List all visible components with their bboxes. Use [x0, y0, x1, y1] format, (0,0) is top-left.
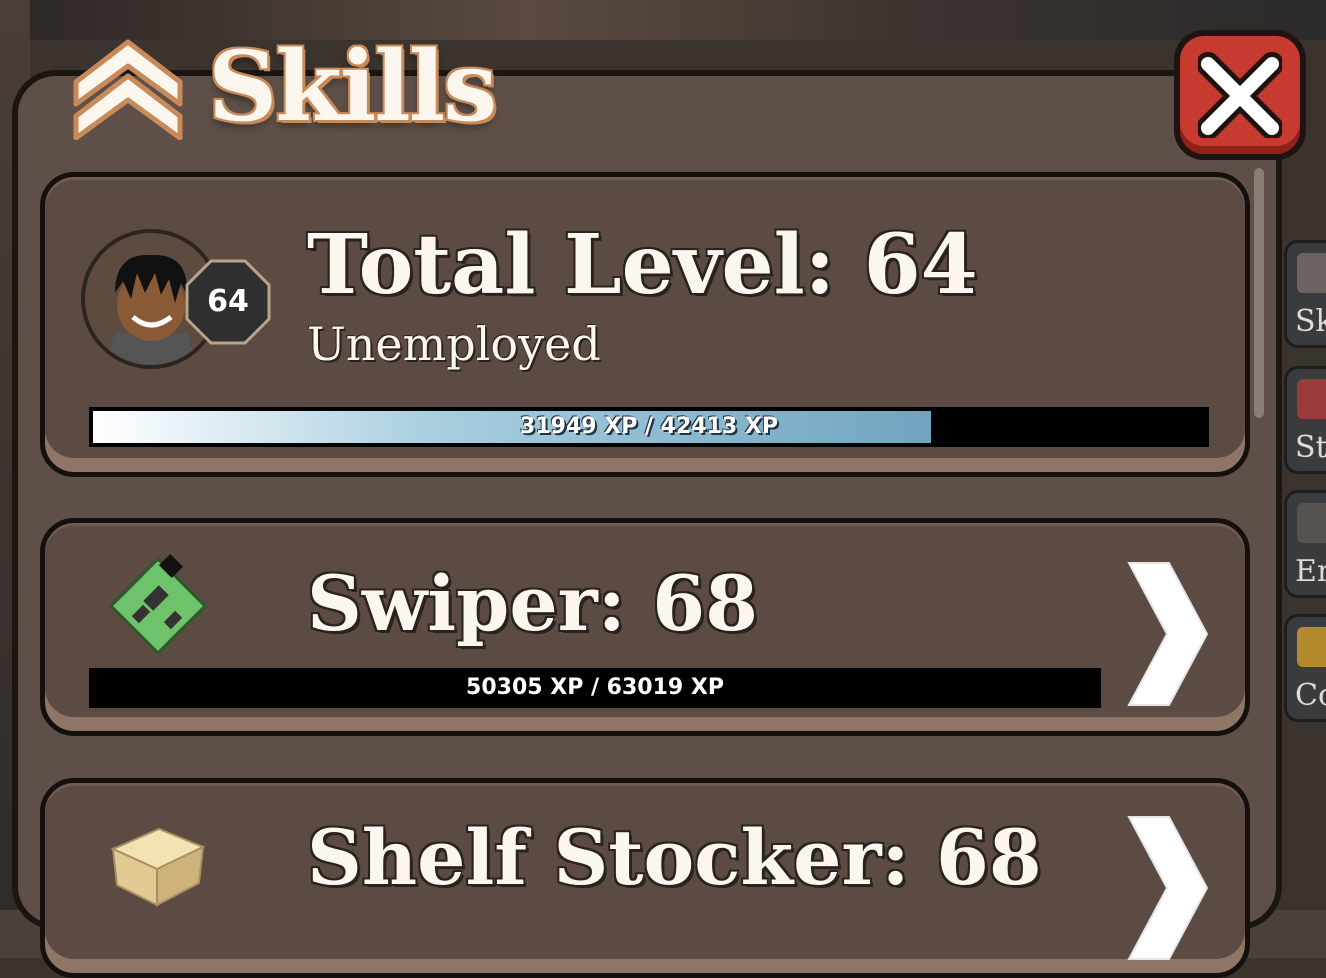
cardboard-box-icon [110, 827, 206, 907]
emote-icon [1297, 503, 1326, 543]
side-menu-label: Sk [1295, 304, 1326, 339]
side-menu-skills-button[interactable]: Sk [1284, 240, 1326, 348]
side-menu-label: Co [1295, 678, 1326, 713]
page-title: Skills [208, 30, 497, 143]
double-chevron-up-icon [73, 39, 183, 140]
side-menu: Sk St Em Co [1284, 240, 1326, 730]
close-icon [1198, 52, 1282, 138]
side-menu-codes-button[interactable]: Co [1284, 614, 1326, 722]
skills-icon [1297, 253, 1326, 293]
skill-card-shelf-stocker[interactable]: Shelf Stocker: 68 [40, 778, 1250, 978]
skill-xp-text: 50305 XP / 63019 XP [466, 675, 724, 700]
chevron-right-icon[interactable] [1121, 813, 1211, 963]
total-xp-text: 31949 XP / 42413 XP [520, 414, 778, 439]
circuit-board-icon [108, 553, 208, 656]
skill-title: Swiper: 68 [307, 559, 758, 648]
skill-xp-bar: 50305 XP / 63019 XP [89, 668, 1101, 708]
level-badge-text: 64 [207, 284, 249, 319]
scrollbar[interactable] [1254, 168, 1264, 418]
side-menu-store-button[interactable]: St [1284, 366, 1326, 474]
total-level-card: 64 Total Level: 64 Unemployed 31949 XP /… [40, 172, 1250, 477]
side-menu-label: St [1295, 430, 1326, 465]
skill-card-swiper[interactable]: Swiper: 68 50305 XP / 63019 XP [40, 518, 1250, 736]
total-level-title: Total Level: 64 [307, 217, 978, 313]
chevron-right-icon[interactable] [1121, 559, 1211, 709]
skill-title: Shelf Stocker: 68 [307, 813, 1042, 902]
store-icon [1297, 379, 1326, 419]
side-menu-emote-button[interactable]: Em [1284, 490, 1326, 598]
side-menu-label: Em [1295, 554, 1326, 589]
close-button[interactable] [1174, 30, 1306, 160]
codes-icon [1297, 627, 1326, 667]
job-title: Unemployed [307, 317, 601, 371]
total-xp-bar: 31949 XP / 42413 XP [89, 407, 1209, 447]
level-badge: 64 [185, 259, 271, 345]
panel-header: Skills [68, 20, 508, 150]
